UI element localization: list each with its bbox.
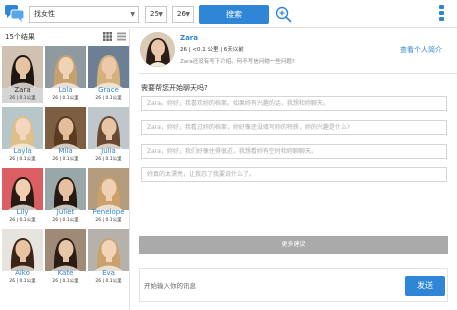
results-count: 15个结果 <box>5 33 35 41</box>
member-photo[interactable] <box>2 168 43 210</box>
search-button[interactable]: 搜索 <box>199 5 269 24</box>
member-name[interactable]: Juliet <box>45 208 86 216</box>
member-card[interactable]: Lily 26 | 0.1公里 <box>2 168 43 225</box>
chat-bubbles-icon[interactable] <box>5 5 24 22</box>
results-panel: 15个结果 Zara 26 | 0.1公里 Lola 26 | 0.1公里 Grace 2… <box>0 29 130 310</box>
member-photo[interactable] <box>88 168 129 210</box>
profile-intro: Zara还没有写下介绍。何不写信问她一些问题? <box>180 59 295 65</box>
member-card[interactable]: Penelope 26 | 0.1公里 <box>88 168 129 225</box>
suggestion-2[interactable]: Zara，妳好，我看过妳的档案，妳好像还没填写妳的特质，妳的兴趣是什么? <box>141 120 447 135</box>
member-photo[interactable] <box>88 46 129 88</box>
member-card[interactable]: Eva 26 | 0.1公里 <box>88 229 129 286</box>
member-photo[interactable] <box>88 229 129 271</box>
member-meta: 26 | 0.1公里 <box>52 96 79 101</box>
member-meta: 26 | 0.1公里 <box>9 218 36 223</box>
member-card[interactable]: Lola 26 | 0.1公里 <box>45 46 86 103</box>
member-meta: 26 | 0.1公里 <box>95 157 122 162</box>
member-meta: 26 | 0.1公里 <box>9 279 36 284</box>
send-button[interactable]: 发送 <box>405 276 445 296</box>
member-name[interactable]: Layla <box>2 147 43 155</box>
member-meta: 26 | 0.1公里 <box>52 157 79 162</box>
profile-meta: 26 | <0.1 公里 | 6天以前 <box>180 47 244 53</box>
member-card[interactable]: Mila 26 | 0.1公里 <box>45 107 86 164</box>
member-photo[interactable] <box>45 107 86 149</box>
age-min-select[interactable]: 25 ▼ <box>145 6 167 23</box>
chevron-down-icon: ▼ <box>158 11 163 18</box>
suggestion-3[interactable]: Zara，妳好，我们好像住得很近，我想看妳有空时和妳聊聊天。 <box>141 144 447 159</box>
member-name[interactable]: Kate <box>45 269 86 277</box>
member-card[interactable]: Zara 26 | 0.1公里 <box>2 46 43 103</box>
member-photo[interactable] <box>45 229 86 271</box>
member-meta: 26 | 0.1公里 <box>52 218 79 223</box>
member-card[interactable]: Julia 26 | 0.1公里 <box>88 107 129 164</box>
avatar[interactable] <box>140 32 175 67</box>
member-photo[interactable] <box>2 46 43 88</box>
member-photo[interactable] <box>2 229 43 271</box>
member-meta: 26 | 0.1公里 <box>95 96 122 101</box>
list-view-icon[interactable] <box>117 32 126 41</box>
menu-icon[interactable] <box>439 5 445 23</box>
view-profile-link[interactable]: 查看个人简介 <box>400 45 442 55</box>
chevron-down-icon: ▼ <box>130 11 135 18</box>
gender-select[interactable]: 找女性 ▼ <box>29 6 139 23</box>
member-name[interactable]: Penelope <box>88 208 129 216</box>
message-input[interactable] <box>144 278 399 294</box>
member-photo[interactable] <box>45 46 86 88</box>
chat-help-title: 需要帮您开始聊天吗? <box>141 84 208 92</box>
member-card[interactable]: Aiko 26 | 0.1公里 <box>2 229 43 286</box>
member-card[interactable]: Layla 26 | 0.1公里 <box>2 107 43 164</box>
member-name[interactable]: Lily <box>2 208 43 216</box>
top-toolbar: 找女性 ▼ 25 ▼ 26 ▼ 搜索 <box>0 0 457 28</box>
member-photo[interactable] <box>45 168 86 210</box>
member-meta: 26 | 0.1公里 <box>9 96 36 101</box>
age-max-select[interactable]: 26 ▼ <box>172 6 194 23</box>
chevron-down-icon: ▼ <box>185 11 190 18</box>
member-photo[interactable] <box>2 107 43 149</box>
member-photo[interactable] <box>88 107 129 149</box>
member-card[interactable]: Grace 26 | 0.1公里 <box>88 46 129 103</box>
profile-header: Zara 26 | <0.1 公里 | 6天以前 Zara还没有写下介绍。何不写… <box>138 30 457 74</box>
more-suggestions-button[interactable]: 更多建议 <box>139 236 448 254</box>
member-name[interactable]: Julia <box>88 147 129 155</box>
zoom-in-icon[interactable] <box>275 6 292 23</box>
member-card[interactable]: Kate 26 | 0.1公里 <box>45 229 86 286</box>
member-meta: 26 | 0.1公里 <box>95 218 122 223</box>
suggestion-4[interactable]: 妳真的太漂亮，让我忍了我要说什么了。 <box>141 167 447 182</box>
message-composer: 发送 <box>139 268 448 302</box>
member-meta: 26 | 0.1公里 <box>9 157 36 162</box>
member-name[interactable]: Lola <box>45 86 86 94</box>
profile-name[interactable]: Zara <box>180 34 198 42</box>
member-name[interactable]: Grace <box>88 86 129 94</box>
member-meta: 26 | 0.1公里 <box>95 279 122 284</box>
member-name[interactable]: Mila <box>45 147 86 155</box>
grid-view-icon[interactable] <box>103 32 112 41</box>
member-meta: 26 | 0.1公里 <box>52 279 79 284</box>
suggestion-1[interactable]: Zara。妳好，我喜欢妳的档案。如果妳有兴趣的话，我想和妳聊天。 <box>141 96 447 111</box>
gender-select-value: 找女性 <box>34 10 55 18</box>
member-name[interactable]: Zara <box>2 86 43 94</box>
member-name[interactable]: Aiko <box>2 269 43 277</box>
member-card[interactable]: Juliet 26 | 0.1公里 <box>45 168 86 225</box>
member-name[interactable]: Eva <box>88 269 129 277</box>
